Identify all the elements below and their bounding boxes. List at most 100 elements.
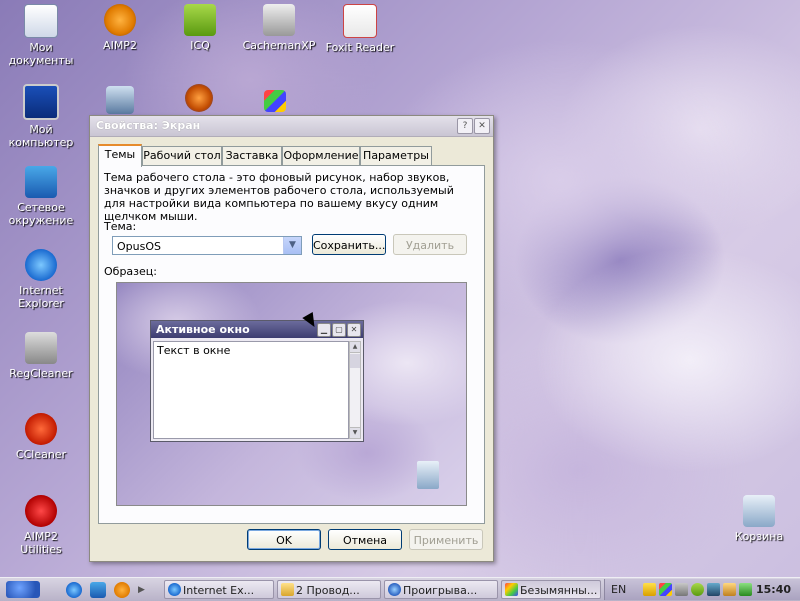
help-button[interactable]: ?	[457, 118, 473, 134]
tab-desktop[interactable]: Рабочий стол	[142, 146, 222, 165]
cancel-button[interactable]: Отмена	[328, 529, 402, 550]
close-icon: ✕	[347, 323, 361, 337]
foxit-reader-icon	[343, 4, 377, 38]
icq-icon[interactable]	[691, 583, 704, 596]
desktop-icon-foxit-reader[interactable]: Foxit Reader	[321, 4, 399, 54]
preview-window-title: Активное окно	[156, 323, 250, 336]
chevron-down-icon[interactable]: ▼	[283, 237, 301, 254]
desktop-icon-network[interactable]: Сетевое окружение	[2, 166, 80, 227]
recycle-bin-icon	[743, 495, 775, 527]
desktop-icon-label: Мои документы	[8, 41, 74, 67]
desktop-icon-label: Мой компьютер	[8, 123, 74, 149]
scroll-down-icon: ▼	[350, 427, 360, 438]
themes-description: Тема рабочего стола - это фоновый рисуно…	[104, 171, 454, 223]
internet-explorer-icon	[168, 583, 181, 596]
theme-preview: Активное окно ▁ ▢ ✕ Текст в окне ▲ ▼	[116, 282, 467, 506]
desktop-icon-label: Сетевое окружение	[8, 201, 74, 227]
scroll-thumb	[350, 354, 360, 368]
ok-button[interactable]: OK	[247, 529, 321, 550]
scroll-up-icon: ▲	[350, 342, 360, 353]
close-button[interactable]: ✕	[474, 118, 490, 134]
display-properties-dialog: Свойства: Экран ? ✕ Темы Рабочий стол За…	[89, 115, 494, 562]
aimp2-icon[interactable]	[114, 582, 130, 598]
language-indicator[interactable]: EN	[611, 583, 626, 596]
chevron-right-icon[interactable]: ▶	[138, 582, 148, 598]
sample-label: Образец:	[104, 265, 157, 278]
internet-explorer-icon[interactable]	[66, 582, 82, 598]
tab-appearance[interactable]: Оформление	[282, 146, 360, 165]
dialog-title: Свойства: Экран	[96, 119, 201, 132]
taskbar-item-label: 2 Провод...	[296, 584, 360, 597]
network-status-icon[interactable]	[739, 583, 752, 596]
preview-window-text: Текст в окне	[153, 341, 349, 439]
desktop-icon-label: RegCleaner	[9, 367, 73, 380]
tool-icon[interactable]	[723, 583, 736, 596]
warning-icon[interactable]	[643, 583, 656, 596]
minimize-icon: ▁	[317, 323, 331, 337]
my-computer-icon	[23, 84, 59, 120]
firefox-icon[interactable]	[185, 84, 213, 112]
taskbar-item-label: Безымянны...	[520, 584, 598, 597]
apply-button[interactable]: Применить	[409, 529, 483, 550]
icq-icon	[184, 4, 216, 36]
hidden-app-icon[interactable]	[106, 86, 134, 114]
desktop-icon-label: Internet Explorer	[18, 284, 64, 310]
desktop-icon-icq[interactable]: ICQ	[161, 4, 239, 52]
desktop-icon-my-documents[interactable]: Мои документы	[2, 4, 80, 67]
desktop-icon-label: Корзина	[734, 530, 784, 543]
desktop-icon-cachemanxp[interactable]: CachemanXP	[240, 4, 318, 52]
system-tray: EN 15:40	[604, 579, 800, 600]
save-theme-button[interactable]: Сохранить...	[312, 234, 386, 255]
tab-settings[interactable]: Параметры	[360, 146, 432, 165]
taskbar: ▶ Internet Ex... 2 Провод... Проигрыва..…	[0, 577, 800, 601]
desktop-icon-label: CCleaner	[15, 448, 67, 461]
desktop-icon-internet-explorer[interactable]: Internet Explorer	[2, 249, 80, 310]
desktop-icon-label: Foxit Reader	[325, 41, 395, 54]
cachemanxp-icon	[263, 4, 295, 36]
desktop-icon-label: AIMP2 Utilities	[20, 530, 62, 556]
preview-active-window: Активное окно ▁ ▢ ✕ Текст в окне ▲ ▼	[150, 320, 364, 442]
regcleaner-icon	[25, 332, 57, 364]
preview-window-titlebar: Активное окно ▁ ▢ ✕	[151, 321, 363, 338]
desktop-icon-aimp2[interactable]: AIMP2	[81, 4, 159, 52]
tab-themes[interactable]: Темы	[98, 144, 142, 167]
dialog-titlebar[interactable]: Свойства: Экран ? ✕	[90, 116, 493, 137]
theme-label: Тема:	[104, 220, 137, 233]
desktop-icon-label: ICQ	[190, 39, 210, 52]
media-player-icon	[388, 583, 401, 596]
desktop-icon-recycle-bin[interactable]: Корзина	[720, 495, 798, 543]
desktop-icon-aimp2-utilities[interactable]: AIMP2 Utilities	[2, 495, 80, 556]
volume-icon[interactable]	[675, 583, 688, 596]
hidden-app-icon[interactable]	[264, 90, 286, 112]
desktop-icon-regcleaner[interactable]: RegCleaner	[2, 332, 80, 380]
flag-icon[interactable]	[659, 583, 672, 596]
network-icon	[25, 166, 57, 198]
tab-screensaver[interactable]: Заставка	[222, 146, 282, 165]
delete-theme-button[interactable]: Удалить	[393, 234, 467, 255]
aimp2-utilities-icon	[25, 495, 57, 527]
theme-select-value: OpusOS	[117, 240, 161, 253]
recycle-bin-icon	[417, 461, 439, 489]
taskbar-item-explorer-group[interactable]: 2 Провод...	[277, 580, 381, 599]
taskbar-item-internet-explorer[interactable]: Internet Ex...	[164, 580, 274, 599]
maximize-icon: ▢	[332, 323, 346, 337]
start-button[interactable]	[6, 581, 40, 598]
preview-scrollbar: ▲ ▼	[349, 341, 361, 439]
taskbar-item-label: Проигрыва...	[403, 584, 478, 597]
desktop-icon-my-computer[interactable]: Мой компьютер	[2, 84, 80, 149]
desktop-icon-label: AIMP2	[103, 39, 137, 52]
taskbar-item-label: Internet Ex...	[183, 584, 255, 597]
antivirus-icon[interactable]	[707, 583, 720, 596]
my-documents-icon	[24, 4, 58, 38]
taskbar-item-paint[interactable]: Безымянны...	[501, 580, 601, 599]
taskbar-item-media-player[interactable]: Проигрыва...	[384, 580, 498, 599]
network-icon[interactable]	[90, 582, 106, 598]
theme-select[interactable]: OpusOS ▼	[112, 236, 302, 255]
ccleaner-icon	[25, 413, 57, 445]
clock[interactable]: 15:40	[756, 583, 791, 596]
desktop-icon-ccleaner[interactable]: CCleaner	[2, 413, 80, 461]
paint-icon	[505, 583, 518, 596]
aimp2-icon	[104, 4, 136, 36]
internet-explorer-icon	[25, 249, 57, 281]
desktop-icon-label: CachemanXP	[242, 39, 316, 52]
